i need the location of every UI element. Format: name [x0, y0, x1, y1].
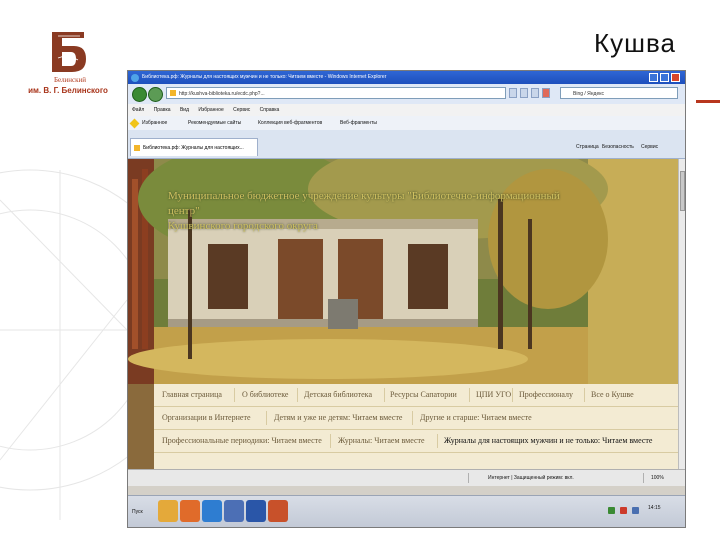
nav-divider: [266, 411, 267, 425]
antivirus-icon[interactable]: [620, 507, 627, 514]
menu-help[interactable]: Справка: [260, 107, 280, 113]
tab-bar: Библиотека.рф: Журналы для настоящих... …: [128, 130, 685, 159]
media-icon[interactable]: [224, 500, 244, 522]
logo-caption: Белинский: [53, 76, 87, 84]
network-icon[interactable]: [608, 507, 615, 514]
page-icon: [170, 90, 176, 96]
address-bar: http://kushva-biblioteka.ru/ecdc.php?...…: [128, 84, 685, 105]
dropdown-button[interactable]: [509, 88, 517, 98]
taskbar: Пуск 14:15: [128, 495, 685, 527]
nav-resources[interactable]: Ресурсы Сапатории: [390, 384, 457, 406]
menu-tools[interactable]: Сервис: [233, 107, 250, 113]
nav-professional[interactable]: Профессионалу: [519, 384, 573, 406]
tab-active[interactable]: Библиотека.рф: Журналы для настоящих...: [130, 138, 258, 156]
favorites-item-recommended[interactable]: Рекомендуемые сайты: [188, 116, 241, 130]
nav-divider: [297, 388, 298, 402]
site-heading-line1: Муниципальное бюджетное учреждение культ…: [168, 190, 560, 217]
vertical-scrollbar[interactable]: [678, 159, 685, 469]
star-icon: [129, 118, 140, 129]
nav-divider: [234, 388, 235, 402]
nav-periodicals[interactable]: Профессиональные периодики: Читаем вмест…: [162, 430, 322, 452]
firefox-icon[interactable]: [180, 500, 200, 522]
address-input[interactable]: http://kushva-biblioteka.ru/ecdc.php?...: [166, 87, 506, 99]
favorites-bar: Избранное Рекомендуемые сайты Коллекция …: [128, 116, 685, 131]
zoom-level[interactable]: 100%: [651, 470, 664, 486]
hero-image: Муниципальное бюджетное учреждение культ…: [128, 159, 678, 384]
nav-row-2: Организации в Интернете Детям и уже не д…: [154, 407, 678, 430]
window-title: Библиотека.рф: Журналы для настоящих муж…: [142, 74, 387, 80]
favorites-item-webslice-gallery[interactable]: Коллекция веб-фрагментов: [258, 116, 322, 130]
nav-about[interactable]: О библиотеке: [242, 384, 288, 406]
window-titlebar: Библиотека.рф: Журналы для настоящих муж…: [128, 71, 685, 84]
nav-row-1: Главная страница О библиотеке Детская би…: [154, 384, 678, 407]
page-icon: [134, 145, 140, 151]
ie-icon: [131, 74, 139, 82]
menu-file[interactable]: Файл: [132, 107, 144, 113]
nav-magazines-men-active[interactable]: Журналы для настоящих мужчин и не только…: [444, 430, 652, 452]
logo-subtitle: им. В. Г. Белинского: [28, 86, 108, 95]
page-menu[interactable]: Страница: [576, 144, 599, 150]
nav-divider: [330, 434, 331, 448]
nav-row-3: Профессиональные периодики: Читаем вмест…: [154, 430, 678, 453]
favorites-button[interactable]: Избранное: [142, 116, 167, 130]
refresh-icon[interactable]: [531, 88, 539, 98]
status-zone: Интернет | Защищенный режим: вкл.: [488, 475, 574, 481]
back-button[interactable]: [132, 87, 147, 102]
search-input[interactable]: Bing / Яндекс: [560, 87, 678, 99]
volume-icon[interactable]: [632, 507, 639, 514]
nav-home[interactable]: Главная страница: [162, 384, 222, 406]
powerpoint-icon[interactable]: [268, 500, 288, 522]
safety-menu[interactable]: Безопасность: [602, 144, 634, 150]
status-bar: Интернет | Защищенный режим: вкл. 100%: [128, 469, 685, 486]
favorites-item-webslices[interactable]: Веб-фрагменты: [340, 116, 377, 130]
nav-divider: [512, 388, 513, 402]
nav-older-read-together[interactable]: Другие и старше: Читаем вместе: [420, 407, 532, 429]
nav-divider: [437, 434, 438, 448]
slide-title: Кушва: [594, 28, 676, 58]
compat-view-icon[interactable]: [520, 88, 528, 98]
nav-organizations[interactable]: Организации в Интернете: [162, 407, 251, 429]
ie-icon[interactable]: [202, 500, 222, 522]
nav-children-library[interactable]: Детская библиотека: [304, 384, 372, 406]
logo-letter-b-icon: [52, 32, 86, 72]
minimize-button[interactable]: [649, 73, 658, 82]
word-icon[interactable]: [246, 500, 266, 522]
site-heading-line2: Кушвинского городского округа: [168, 220, 318, 232]
scrollbar-thumb[interactable]: [680, 171, 685, 211]
status-divider: [468, 473, 469, 483]
nav-about-kushva[interactable]: Все о Кушве: [591, 384, 634, 406]
menu-view[interactable]: Вид: [180, 107, 189, 113]
nav-divider: [469, 388, 470, 402]
library-logo: Белинский им. В. Г. Белинского: [28, 28, 108, 98]
tools-menu[interactable]: Сервис: [641, 144, 658, 150]
explorer-icon[interactable]: [158, 500, 178, 522]
status-divider: [643, 473, 644, 483]
nav-cpi[interactable]: ЦПИ УГО: [476, 384, 511, 406]
stop-icon[interactable]: [542, 88, 550, 98]
tab-title: Библиотека.рф: Журналы для настоящих...: [143, 145, 244, 151]
nav-children-read-together[interactable]: Детям и уже не детям: Читаем вместе: [274, 407, 402, 429]
site-heading: Муниципальное бюджетное учреждение культ…: [168, 189, 588, 234]
nav-magazines[interactable]: Журналы: Читаем вместе: [338, 430, 425, 452]
forward-button[interactable]: [148, 87, 163, 102]
close-button[interactable]: [671, 73, 680, 82]
menu-edit[interactable]: Правка: [154, 107, 171, 113]
page-viewport: Муниципальное бюджетное учреждение культ…: [128, 159, 678, 469]
site-navigation: Главная страница О библиотеке Детская би…: [154, 384, 678, 469]
nav-divider: [584, 388, 585, 402]
start-button[interactable]: Пуск: [130, 505, 156, 519]
browser-window: Библиотека.рф: Журналы для настоящих муж…: [127, 70, 686, 528]
accent-rule: [696, 100, 720, 103]
menu-bar: Файл Правка Вид Избранное Сервис Справка: [128, 104, 685, 116]
maximize-button[interactable]: [660, 73, 669, 82]
nav-divider: [384, 388, 385, 402]
nav-divider: [412, 411, 413, 425]
menu-favorites[interactable]: Избранное: [198, 107, 223, 113]
clock: 14:15: [648, 505, 661, 511]
